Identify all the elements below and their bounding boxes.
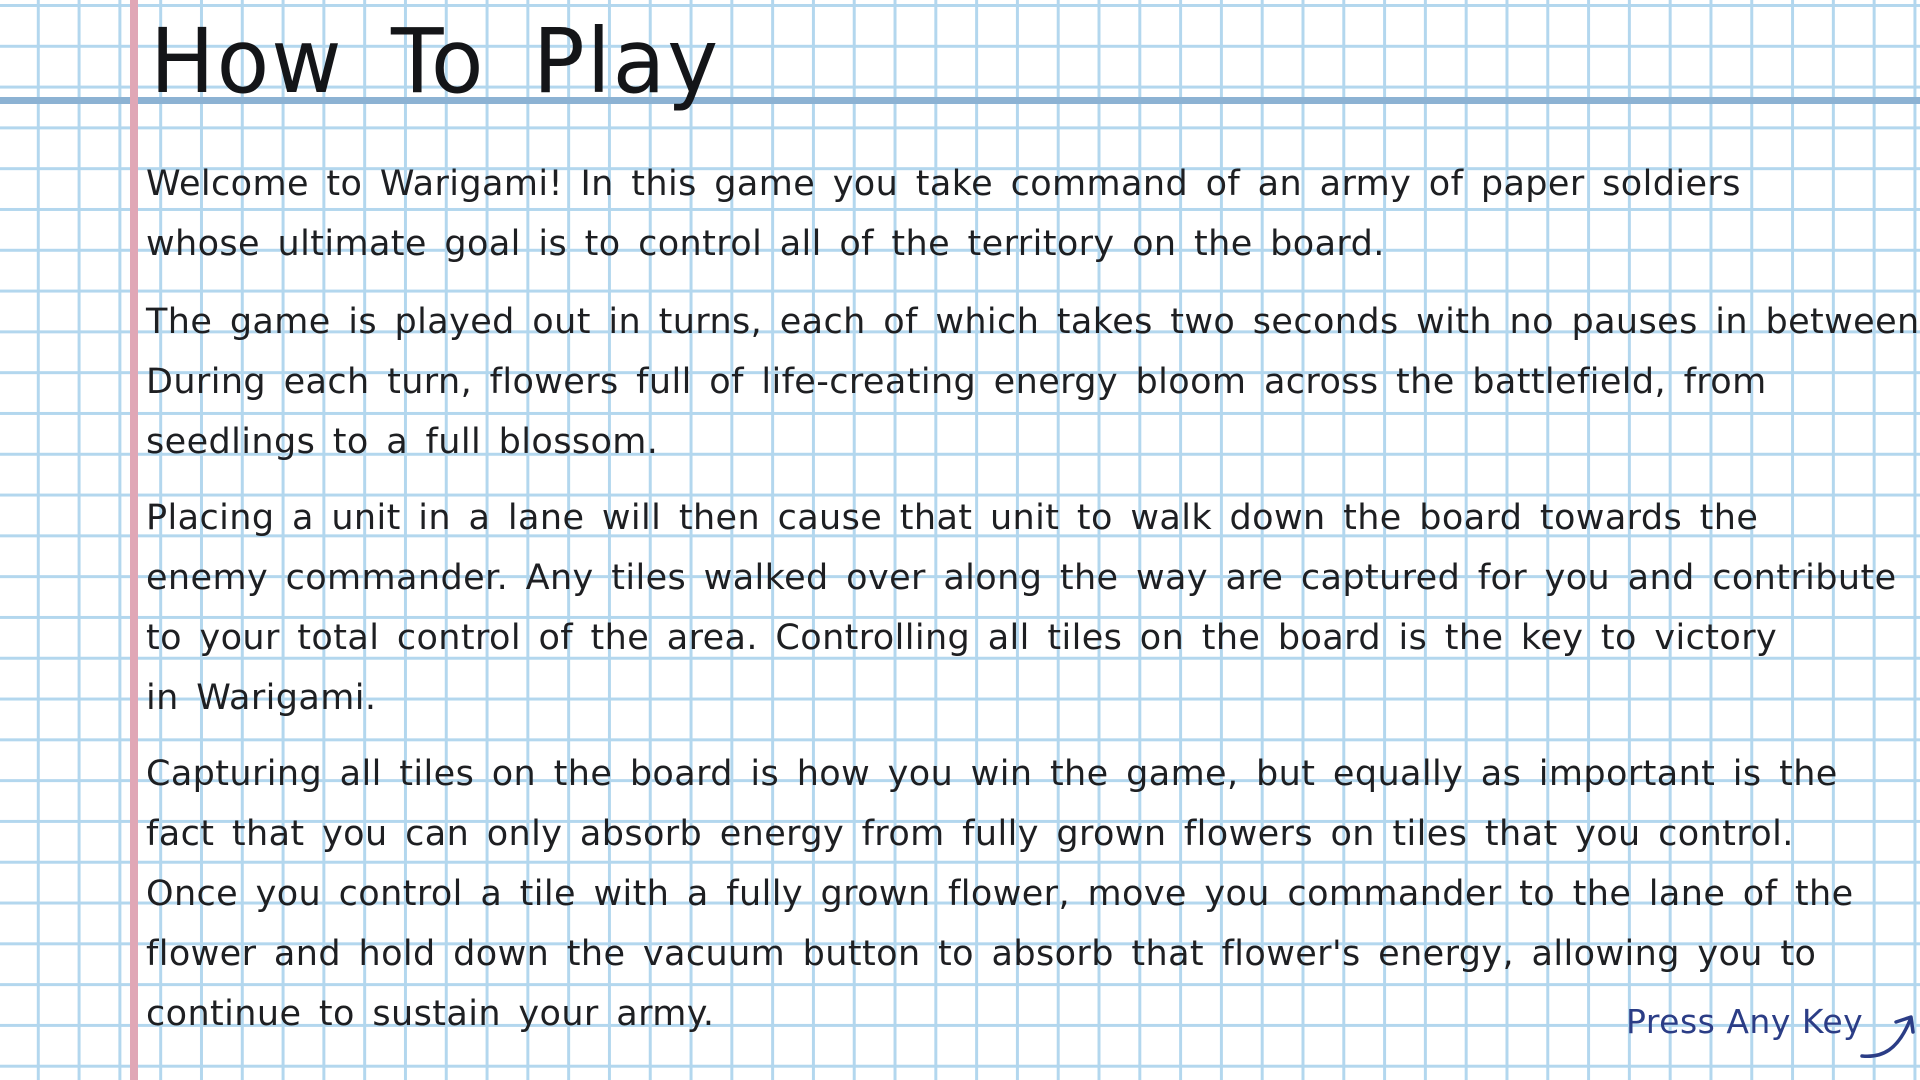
margin-line [130,0,138,1080]
paragraph-line: During each turn, flowers full of life-c… [146,362,1767,402]
paragraph-line: to your total control of the area. Contr… [146,618,1778,658]
paragraph-line: continue to sustain your army. [146,994,715,1034]
paragraph-line: Capturing all tiles on the board is how … [146,754,1838,794]
paragraph-line: flower and hold down the vacuum button t… [146,934,1817,974]
paragraph-capturing: Capturing all tiles on the board is how … [146,744,1886,1044]
paragraph-line: Once you control a tile with a fully gro… [146,874,1854,914]
paragraph-line: in Warigami. [146,678,377,718]
paragraph-line: The game is played out in turns, each of… [146,302,1920,342]
paragraph-line: Placing a unit in a lane will then cause… [146,498,1759,538]
paragraph-line: Welcome to Warigami! In this game you ta… [146,164,1741,204]
paragraph-turns: The game is played out in turns, each of… [146,292,1920,472]
curved-arrow-icon [1860,1015,1915,1059]
instructions-body: Welcome to Warigami! In this game you ta… [146,154,1920,1044]
press-any-key-prompt[interactable]: Press Any Key [1626,1002,1863,1041]
page-title: How To Play [150,10,721,114]
paragraph-line: fact that you can only absorb energy fro… [146,814,1794,854]
paragraph-line: seedlings to a full blossom. [146,422,659,462]
paragraph-welcome: Welcome to Warigami! In this game you ta… [146,154,1886,274]
paragraph-line: enemy commander. Any tiles walked over a… [146,558,1897,598]
press-any-key-label: Press Any Key [1626,1002,1864,1041]
paragraph-line: whose ultimate goal is to control all of… [146,224,1385,264]
paragraph-placing-units: Placing a unit in a lane will then cause… [146,488,1897,728]
